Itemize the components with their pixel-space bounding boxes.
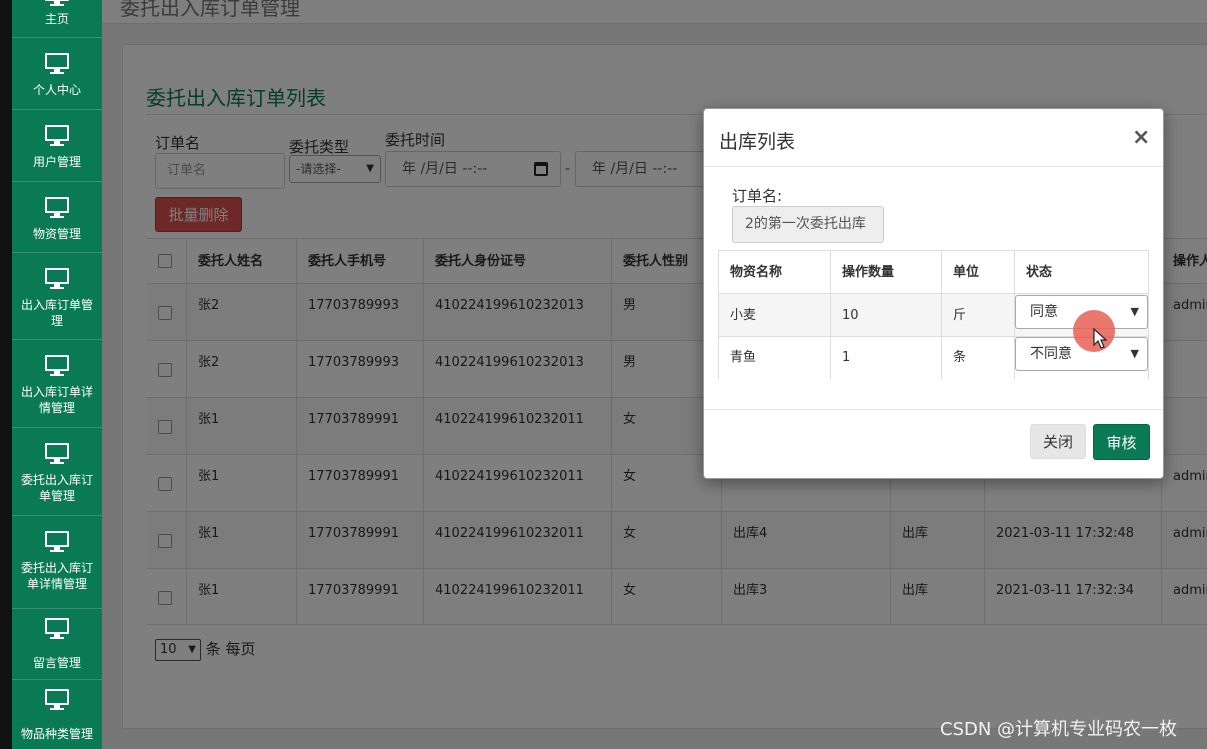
order-name-label: 订单名: <box>732 187 783 205</box>
cell-material: 小麦 <box>730 308 757 323</box>
sidebar-item-stock-order-details[interactable]: 出入库订单详情管理 <box>12 340 102 428</box>
header-status: 状态 <box>1014 251 1148 293</box>
sidebar-item-profile[interactable]: 个人中心 <box>12 38 102 110</box>
sidebar-item-label: 物品种类管理 <box>20 727 93 741</box>
sidebar-item-label: 物资管理 <box>32 227 81 241</box>
sidebar-item-label: 个人中心 <box>32 83 81 97</box>
monitor-icon <box>45 618 69 639</box>
status-select-value: 同意 <box>1030 304 1058 320</box>
sidebar-item-label: 出入库订单详情管理 <box>20 385 93 415</box>
header-unit: 单位 <box>941 251 1014 293</box>
cell-quantity: 1 <box>830 337 941 379</box>
header-material: 物资名称 <box>730 265 783 280</box>
cell-material: 青鱼 <box>730 350 757 365</box>
window-edge <box>0 0 12 749</box>
monitor-icon <box>45 53 69 74</box>
cell-quantity: 10 <box>830 294 941 336</box>
cell-unit: 斤 <box>941 294 1014 336</box>
monitor-icon <box>45 125 69 146</box>
close-icon[interactable]: × <box>1132 125 1150 150</box>
outbound-list-modal: 出库列表 × 订单名: 2的第一次委托出库 物资名称 操作数量 单位 状态 小麦… <box>703 108 1164 479</box>
sidebar-item-materials[interactable]: 物资管理 <box>12 182 102 253</box>
mouse-pointer-icon <box>1093 328 1107 349</box>
sidebar-item-users[interactable]: 用户管理 <box>12 110 102 182</box>
chevron-down-icon: ▼ <box>1130 347 1139 360</box>
monitor-icon <box>45 531 69 552</box>
sidebar-item-label: 委托出入库订单管理 <box>20 473 93 503</box>
sidebar-item-messages[interactable]: 留言管理 <box>12 609 102 680</box>
sidebar-item-label: 委托出入库订单详情管理 <box>20 561 93 591</box>
modal-title: 出库列表 <box>719 131 796 153</box>
monitor-icon <box>45 197 69 218</box>
monitor-icon <box>45 689 69 710</box>
sidebar-item-entrusted-order-details[interactable]: 委托出入库订单详情管理 <box>12 516 102 609</box>
monitor-icon <box>45 0 69 6</box>
header-quantity: 操作数量 <box>830 251 941 293</box>
sidebar-item-label: 留言管理 <box>32 656 81 670</box>
monitor-icon <box>45 355 69 376</box>
sidebar-item-home[interactable]: 主页 <box>12 0 102 38</box>
table-header-row: 物资名称 操作数量 单位 状态 <box>719 251 1148 294</box>
watermark: CSDN @计算机专业码农一枚 <box>940 719 1178 740</box>
sidebar-item-label: 用户管理 <box>32 155 81 169</box>
status-select-value: 不同意 <box>1030 346 1072 362</box>
monitor-icon <box>45 268 69 289</box>
order-name-value: 2的第一次委托出库 <box>732 206 884 243</box>
sidebar-item-label: 主页 <box>44 12 69 26</box>
sidebar-item-entrusted-orders[interactable]: 委托出入库订单管理 <box>12 428 102 516</box>
audit-button[interactable]: 审核 <box>1093 424 1150 460</box>
divider <box>704 409 1163 410</box>
sidebar-item-stock-orders[interactable]: 出入库订单管理 <box>12 253 102 340</box>
monitor-icon <box>45 443 69 464</box>
sidebar-item-categories[interactable]: 物品种类管理 <box>12 680 102 749</box>
close-button[interactable]: 关闭 <box>1030 424 1086 459</box>
divider <box>704 166 1163 167</box>
sidebar-item-label: 出入库订单管理 <box>20 298 93 328</box>
cell-unit: 条 <box>941 337 1014 379</box>
sidebar: 主页 个人中心 用户管理 物资管理 出入库订单管理 出入库订单详情管理 委托出入… <box>12 0 102 749</box>
chevron-down-icon: ▼ <box>1130 305 1139 318</box>
